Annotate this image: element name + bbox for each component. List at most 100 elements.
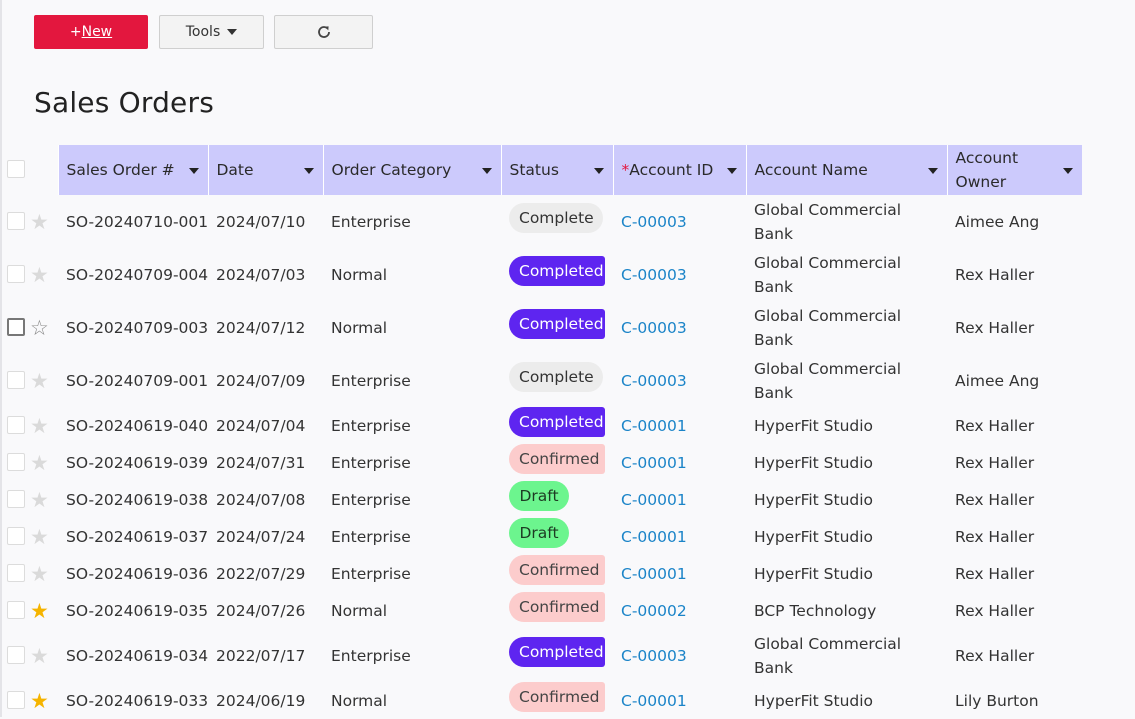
account-id-link[interactable]: C-00001 (621, 491, 687, 509)
sales-order-cell[interactable]: SO-20240710-001 (58, 195, 208, 248)
select-all-checkbox[interactable] (7, 160, 25, 178)
row-checkbox[interactable] (7, 489, 25, 508)
row-checkbox[interactable] (7, 645, 25, 664)
sales-order-cell[interactable]: SO-20240619-037 (58, 518, 208, 555)
account-name-cell: Global Commercial Bank (754, 253, 902, 296)
table-row[interactable]: ★ SO-20240619-039 2024/07/31 Enterprise … (0, 444, 1082, 481)
row-checkbox[interactable] (7, 526, 25, 545)
account-name-cell: HyperFit Studio (754, 691, 874, 710)
status-cell: Completed (501, 407, 613, 444)
sales-order-cell[interactable]: SO-20240709-004 (58, 248, 208, 301)
table-row[interactable]: ★ SO-20240619-033 2024/06/19 Normal Conf… (0, 682, 1082, 719)
sales-order-cell[interactable]: SO-20240709-001 (58, 354, 208, 407)
account-name-cell: HyperFit Studio (754, 564, 874, 583)
table-row[interactable]: ★ SO-20240619-038 2024/07/08 Enterprise … (0, 481, 1082, 518)
category-cell: Enterprise (331, 564, 411, 583)
row-checkbox[interactable] (7, 317, 25, 336)
account-id-link[interactable]: C-00003 (621, 319, 687, 337)
star-icon[interactable]: ★ (30, 689, 49, 713)
account-id-link[interactable]: C-00003 (621, 266, 687, 284)
star-icon[interactable]: ★ (30, 644, 49, 668)
table-row[interactable]: ★ SO-20240619-036 2022/07/29 Enterprise … (0, 555, 1082, 592)
row-checkbox[interactable] (7, 415, 25, 434)
star-icon[interactable]: ☆ (30, 316, 49, 340)
row-select-cell: ★ (0, 407, 58, 444)
account-name-cell: Global Commercial Bank (754, 634, 902, 677)
account-owner-cell: Lily Burton (955, 691, 1039, 710)
sales-order-cell[interactable]: SO-20240619-039 (58, 444, 208, 481)
new-button[interactable]: + New (34, 15, 148, 49)
sales-order-cell[interactable]: SO-20240619-036 (58, 555, 208, 592)
star-icon[interactable]: ★ (30, 562, 49, 586)
account-id-link[interactable]: C-00003 (621, 213, 687, 231)
date-cell: 2022/07/29 (216, 564, 306, 583)
header-account-id[interactable]: *Account ID (612, 145, 746, 195)
star-icon[interactable]: ★ (30, 210, 49, 234)
account-id-link[interactable]: C-00003 (621, 647, 687, 665)
table-row[interactable]: ★ SO-20240619-037 2024/07/24 Enterprise … (0, 518, 1082, 555)
tools-dropdown-button[interactable]: Tools (159, 15, 264, 49)
date-cell: 2024/07/10 (216, 212, 306, 231)
sort-caret-icon[interactable] (188, 168, 199, 174)
status-badge: Completed (509, 407, 605, 437)
status-badge: Complete (509, 362, 603, 392)
account-id-cell: C-00003 (613, 195, 746, 248)
status-badge: Draft (509, 518, 569, 548)
account-id-link[interactable]: C-00001 (621, 565, 687, 583)
star-icon[interactable]: ★ (30, 525, 49, 549)
sort-caret-icon[interactable] (927, 168, 938, 174)
table-row[interactable]: ★ SO-20240619-035 2024/07/26 Normal Conf… (0, 592, 1082, 629)
row-checkbox[interactable] (7, 452, 25, 471)
account-id-link[interactable]: C-00001 (621, 528, 687, 546)
row-checkbox[interactable] (7, 370, 25, 389)
date-cell: 2024/07/03 (216, 265, 306, 284)
header-account-name[interactable]: Account Name (745, 145, 947, 195)
sort-caret-icon[interactable] (303, 168, 314, 174)
table-row[interactable]: ★ SO-20240710-001 2024/07/10 Enterprise … (0, 195, 1082, 248)
table-row[interactable]: ★ SO-20240709-001 2024/07/09 Enterprise … (0, 354, 1082, 407)
date-cell: 2024/06/19 (216, 691, 306, 710)
sort-caret-icon[interactable] (726, 168, 737, 174)
star-icon[interactable]: ★ (30, 369, 49, 393)
refresh-button[interactable] (274, 15, 373, 49)
header-order-category[interactable]: Order Category (322, 145, 501, 195)
account-id-link[interactable]: C-00001 (621, 417, 687, 435)
category-cell: Enterprise (331, 453, 411, 472)
sales-order-cell[interactable]: SO-20240619-035 (58, 592, 208, 629)
sort-caret-icon[interactable] (593, 168, 604, 174)
star-icon[interactable]: ★ (30, 599, 49, 623)
table-row[interactable]: ★ SO-20240619-040 2024/07/04 Enterprise … (0, 407, 1082, 444)
account-id-link[interactable]: C-00002 (621, 602, 687, 620)
star-icon[interactable]: ★ (30, 488, 49, 512)
star-icon[interactable]: ★ (30, 414, 49, 438)
sort-caret-icon[interactable] (1063, 168, 1073, 174)
status-cell: Complete (501, 195, 613, 248)
account-id-link[interactable]: C-00001 (621, 692, 687, 710)
sales-order-cell[interactable]: SO-20240619-033 (58, 682, 208, 719)
row-checkbox[interactable] (7, 690, 25, 709)
header-account-owner[interactable]: Account Owner (946, 145, 1082, 195)
sort-caret-icon[interactable] (481, 168, 492, 174)
row-checkbox[interactable] (7, 600, 25, 619)
sales-order-cell[interactable]: SO-20240619-040 (58, 407, 208, 444)
header-date[interactable]: Date (207, 145, 323, 195)
star-icon[interactable]: ★ (30, 263, 49, 287)
row-checkbox[interactable] (7, 211, 25, 230)
star-icon[interactable]: ★ (30, 451, 49, 475)
sales-order-cell[interactable]: SO-20240619-034 (58, 629, 208, 682)
category-cell: Enterprise (331, 416, 411, 435)
header-status[interactable]: Status (500, 145, 613, 195)
status-cell: Confirmed (501, 444, 613, 481)
header-sales-order[interactable]: Sales Order # (57, 145, 208, 195)
account-id-link[interactable]: C-00001 (621, 454, 687, 472)
account-owner-cell: Rex Haller (955, 601, 1035, 620)
sales-order-cell[interactable]: SO-20240709-003 (58, 301, 208, 354)
account-id-link[interactable]: C-00003 (621, 372, 687, 390)
category-cell: Normal (331, 691, 388, 710)
table-row[interactable]: ★ SO-20240619-034 2022/07/17 Enterprise … (0, 629, 1082, 682)
row-checkbox[interactable] (7, 563, 25, 582)
row-checkbox[interactable] (7, 264, 25, 283)
table-row[interactable]: ★ SO-20240709-004 2024/07/03 Normal Comp… (0, 248, 1082, 301)
table-row[interactable]: ☆ SO-20240709-003 2024/07/12 Normal Comp… (0, 301, 1082, 354)
sales-order-cell[interactable]: SO-20240619-038 (58, 481, 208, 518)
